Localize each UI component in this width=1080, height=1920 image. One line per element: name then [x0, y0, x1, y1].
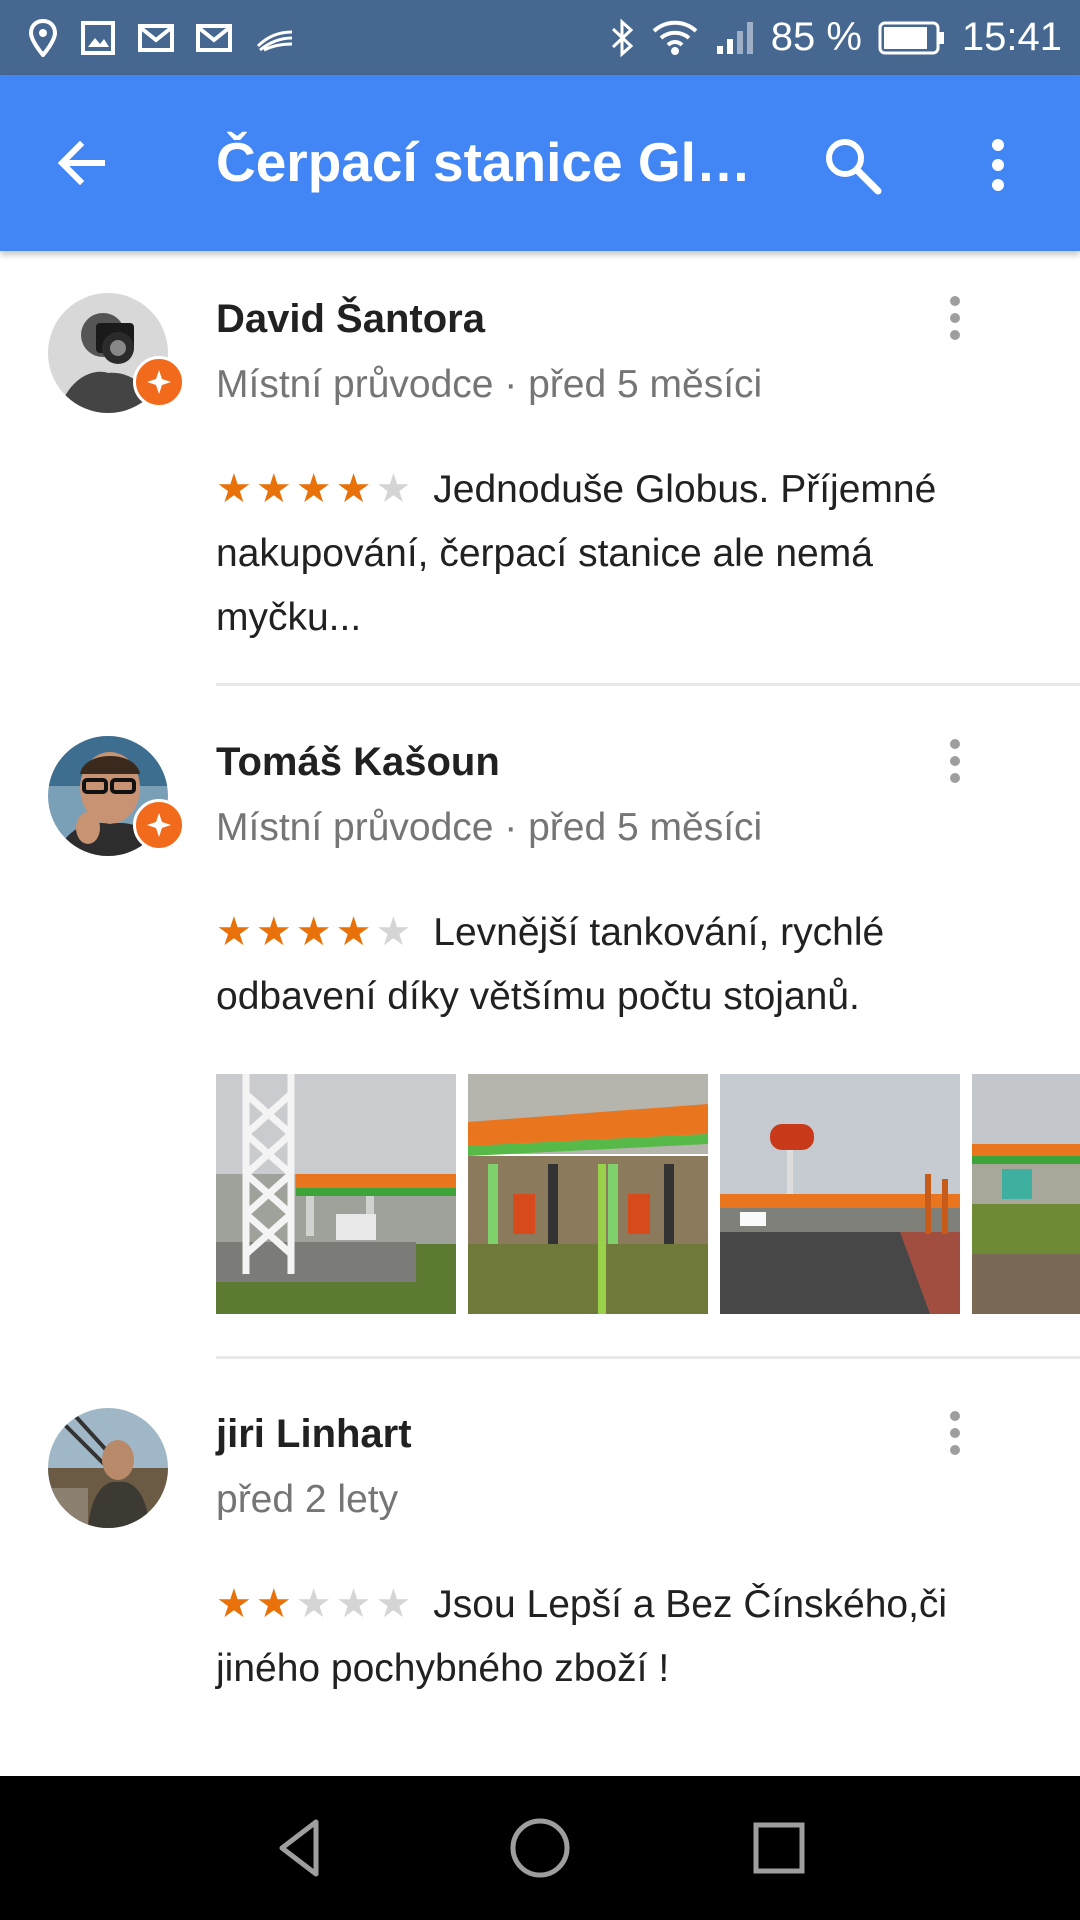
more-vert-icon[interactable]: [940, 293, 970, 343]
review-photo[interactable]: [720, 1074, 960, 1314]
star-filled-icon: ★: [295, 910, 336, 954]
star-filled-icon: ★: [335, 467, 376, 511]
review-author[interactable]: Tomáš Kašoun: [216, 740, 500, 785]
app-bar: Čerpací stanice Globus: [0, 75, 1080, 251]
navigation-bar: [0, 1776, 1080, 1920]
review-photos: [216, 1074, 1080, 1314]
star-filled-icon: ★: [216, 910, 256, 954]
star-rating: ★★★★★: [216, 1572, 415, 1636]
review-meta: Místní průvodce · před 5 měsíci: [216, 806, 763, 849]
avatar[interactable]: [48, 1408, 168, 1528]
more-vert-icon[interactable]: [940, 1408, 970, 1458]
status-bar: 85 % 15:41: [0, 0, 1080, 75]
review-author[interactable]: jiri Linhart: [216, 1412, 412, 1457]
star-filled-icon: ★: [216, 1582, 256, 1626]
arrow-left-icon[interactable]: [52, 133, 112, 193]
more-vert-icon[interactable]: [978, 133, 1018, 197]
signal-icon: [715, 20, 755, 56]
review-photo[interactable]: [468, 1074, 708, 1314]
recents-square-icon[interactable]: [743, 1812, 815, 1884]
local-guide-badge: [133, 356, 185, 408]
star-empty-icon: ★: [375, 910, 416, 954]
star-rating: ★★★★★: [216, 457, 415, 521]
star-empty-icon: ★: [375, 1582, 416, 1626]
star-rating: ★★★★★: [216, 900, 415, 964]
review-meta: Místní průvodce · před 5 měsíci: [216, 363, 763, 406]
search-icon[interactable]: [820, 133, 884, 197]
local-guide-badge: [133, 799, 185, 851]
page-title: Čerpací stanice Globus: [216, 131, 776, 193]
image-icon: [80, 20, 116, 56]
star-filled-icon: ★: [335, 910, 376, 954]
star-filled-icon: ★: [255, 1582, 296, 1626]
swipe-icon: [254, 24, 294, 52]
clock: 15:41: [961, 15, 1062, 59]
star-filled-icon: ★: [216, 467, 256, 511]
review-body: ★★★★★ Jednoduše Globus. Příjemné nakupová…: [216, 457, 1016, 650]
star-filled-icon: ★: [255, 467, 296, 511]
star-filled-icon: ★: [255, 910, 296, 954]
review-item: David Šantora Místní průvodce · před 5 m…: [0, 251, 1080, 686]
star-filled-icon: ★: [295, 467, 336, 511]
review-item: Tomáš Kašoun Místní průvodce · před 5 mě…: [0, 686, 1080, 1359]
home-circle-icon[interactable]: [504, 1812, 576, 1884]
review-photo[interactable]: [216, 1074, 456, 1314]
review-body: ★★★★★ Jsou Lepší a Bez Čínského,či jiného…: [216, 1572, 1016, 1701]
star-empty-icon: ★: [375, 467, 416, 511]
review-body: ★★★★★ Levnější tankování, rychlé odbavení…: [216, 900, 1016, 1029]
star-empty-icon: ★: [295, 1582, 336, 1626]
star-empty-icon: ★: [335, 1582, 376, 1626]
battery-percent: 85 %: [770, 15, 862, 59]
review-item: jiri Linhart před 2 lety ★★★★★ Jsou Lepší…: [0, 1358, 1080, 1776]
review-meta: před 2 lety: [216, 1478, 399, 1521]
back-triangle-icon[interactable]: [266, 1812, 338, 1884]
review-author[interactable]: David Šantora: [216, 297, 485, 342]
review-photo[interactable]: [972, 1074, 1080, 1314]
status-bar-notifications: [28, 0, 294, 75]
more-vert-icon[interactable]: [940, 736, 970, 786]
gmail-icon: [196, 23, 232, 52]
location-icon: [28, 18, 58, 57]
status-bar-system: 85 % 15:41: [609, 0, 1062, 75]
wifi-icon: [651, 19, 699, 57]
battery-icon: [878, 21, 946, 55]
gmail-icon: [138, 23, 174, 52]
bluetooth-icon: [609, 18, 635, 58]
